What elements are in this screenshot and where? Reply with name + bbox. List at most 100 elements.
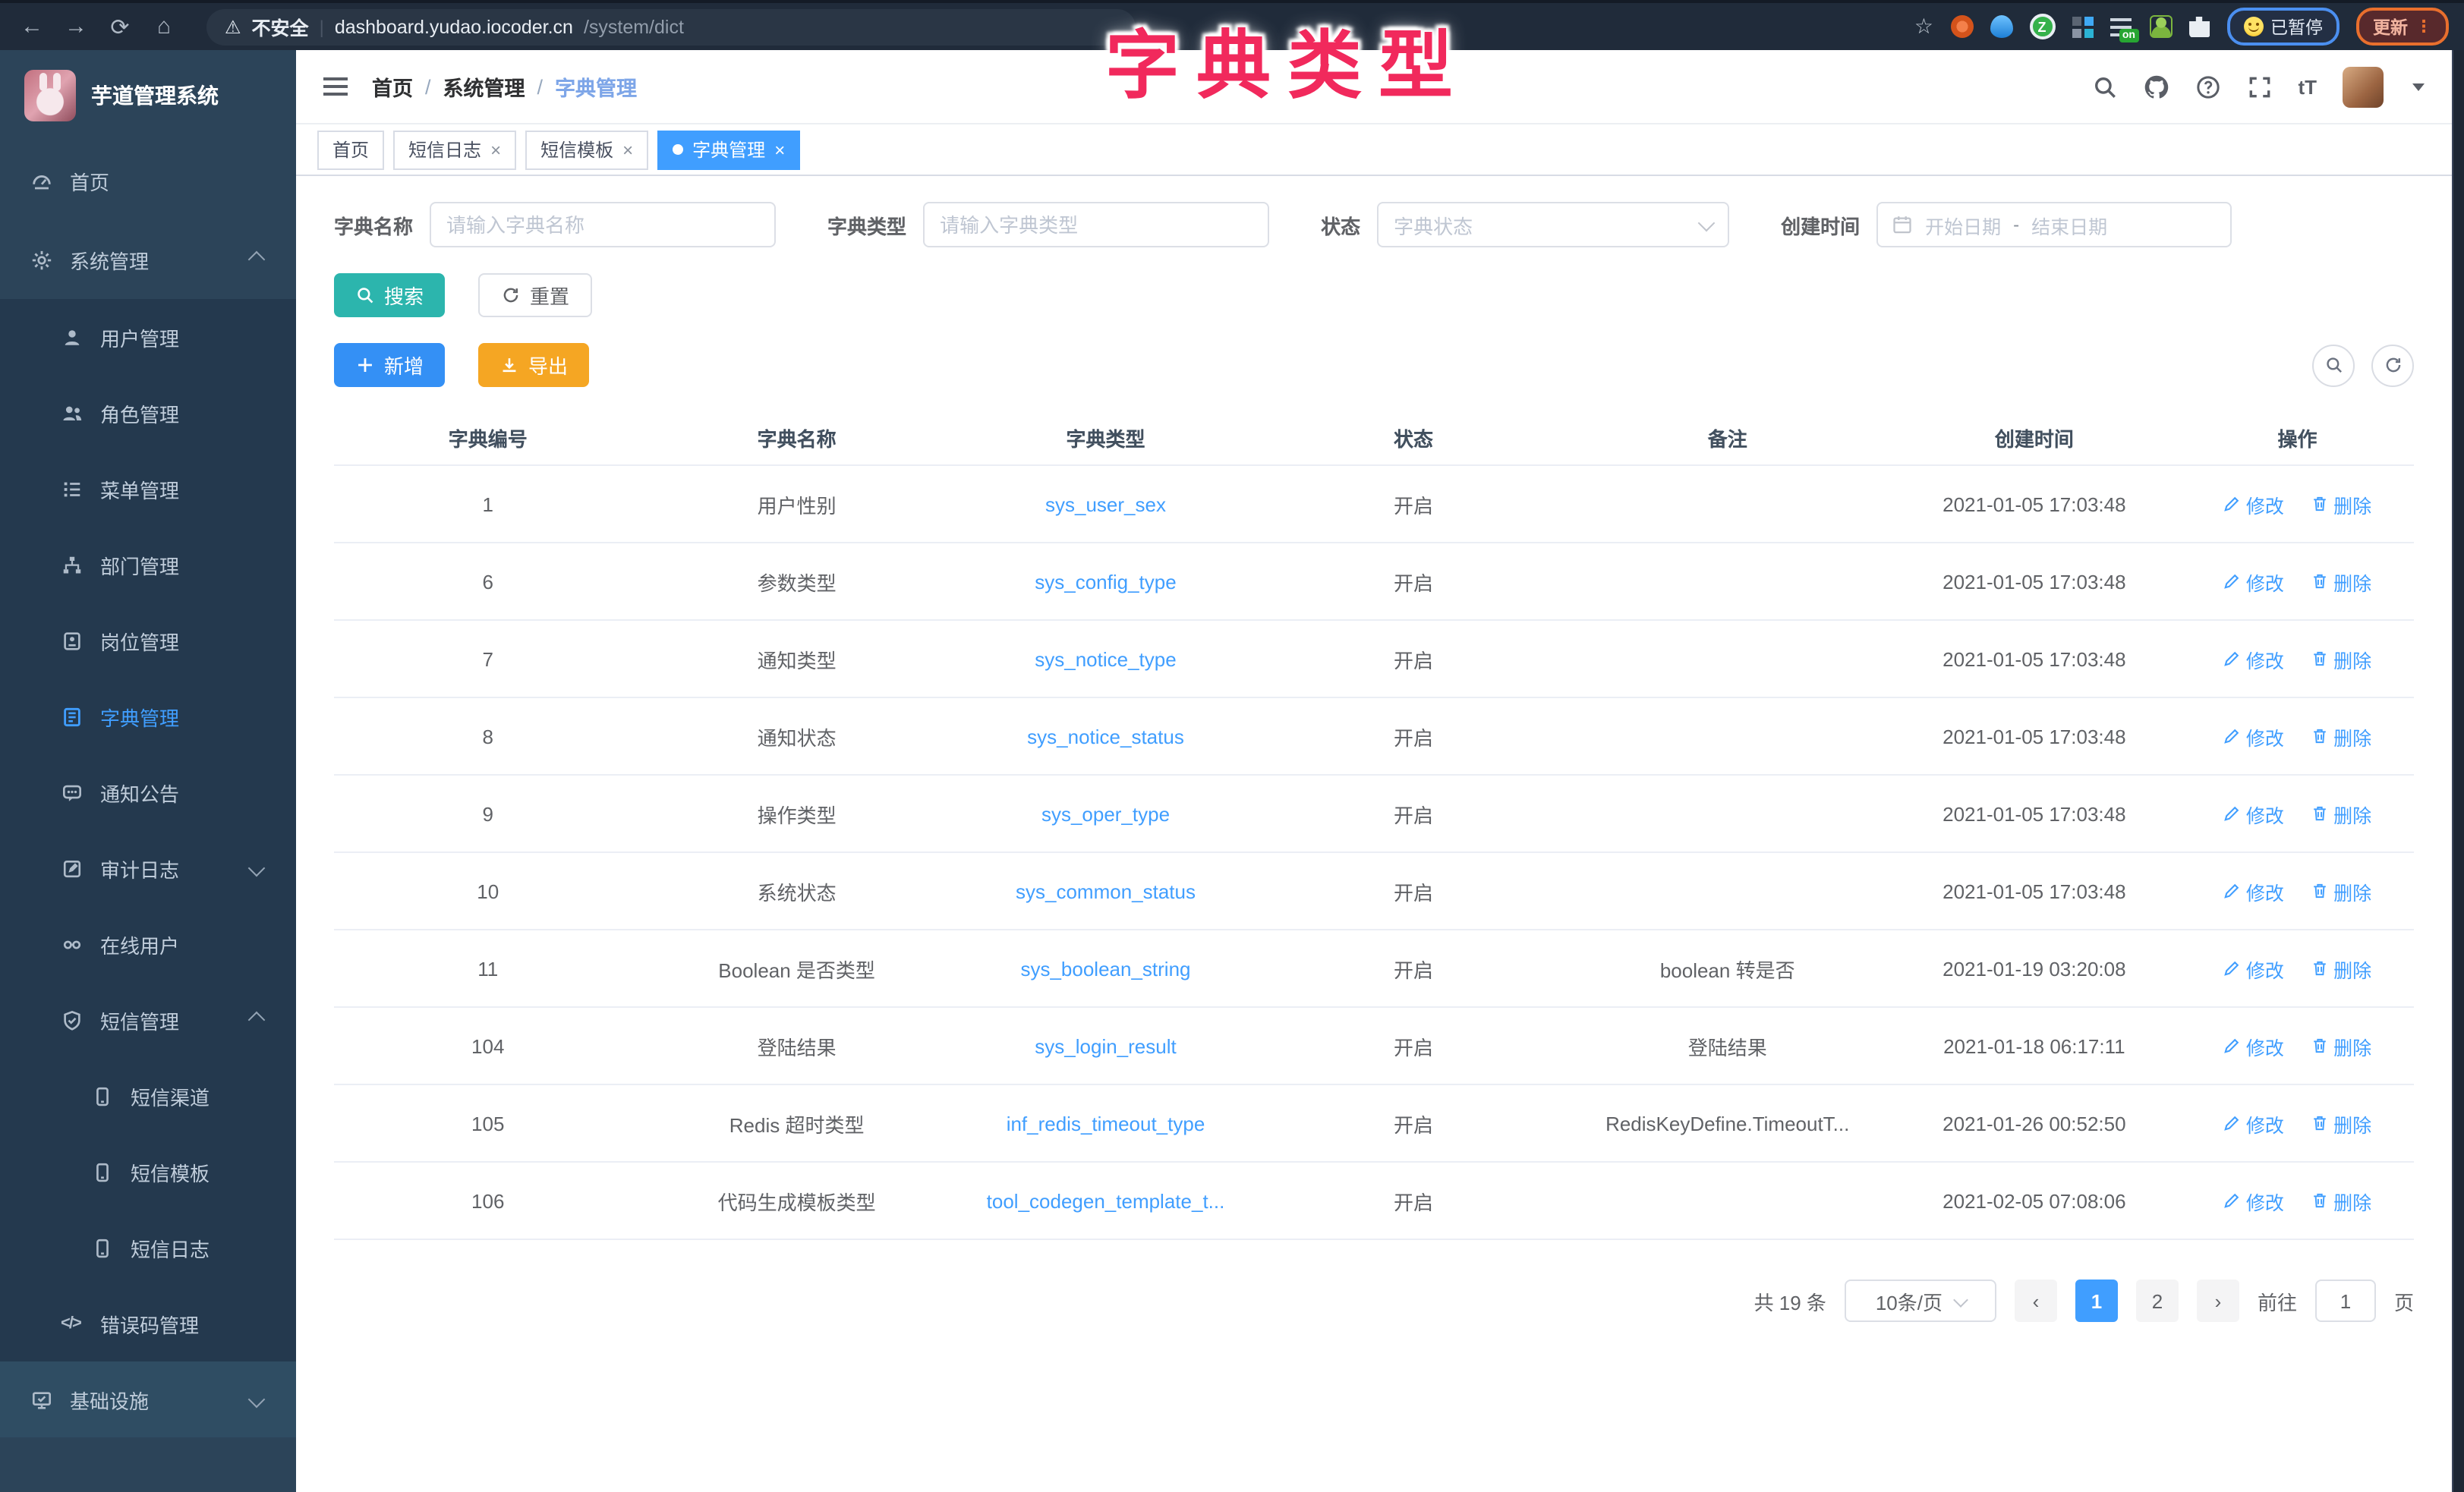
search-button[interactable]: 搜索 <box>334 273 445 317</box>
cell-dict-type-link[interactable]: sys_notice_status <box>952 697 1260 775</box>
home-icon[interactable]: ⌂ <box>152 14 176 39</box>
sidebar-item-dict[interactable]: 字典管理 <box>0 678 296 754</box>
reload-icon[interactable]: ⟳ <box>108 13 132 40</box>
sidebar-item-posts[interactable]: 岗位管理 <box>0 603 296 678</box>
delete-link[interactable]: 删除 <box>2311 799 2371 828</box>
breadcrumb-system[interactable]: 系统管理 <box>443 71 525 102</box>
close-icon[interactable]: × <box>622 139 633 160</box>
sidebar-item-sms[interactable]: 短信管理 <box>0 982 296 1058</box>
edit-link[interactable]: 修改 <box>2223 567 2284 596</box>
close-icon[interactable]: × <box>774 139 785 160</box>
delete-link[interactable]: 删除 <box>2311 489 2371 518</box>
extension-icon[interactable] <box>1990 15 2012 38</box>
extension-icon[interactable] <box>1950 15 1973 38</box>
sidebar-item-sms-log[interactable]: 短信日志 <box>0 1210 296 1286</box>
github-icon[interactable] <box>2143 74 2169 99</box>
edit-link[interactable]: 修改 <box>2223 877 2284 905</box>
tab-dict-active[interactable]: 字典管理 × <box>657 130 800 169</box>
breadcrumb-home[interactable]: 首页 <box>372 71 413 102</box>
edit-link[interactable]: 修改 <box>2223 1109 2284 1138</box>
goto-page-input[interactable] <box>2315 1280 2376 1322</box>
back-icon[interactable]: ← <box>20 14 44 39</box>
update-button[interactable]: 更新 ⋮ <box>2356 8 2449 46</box>
avatar[interactable] <box>2343 66 2384 107</box>
cell-dict-type-link[interactable]: tool_codegen_template_t... <box>952 1162 1260 1239</box>
edit-link[interactable]: 修改 <box>2223 1186 2284 1215</box>
font-size-icon[interactable]: tT <box>2298 75 2317 98</box>
sidebar-item-sms-channel[interactable]: 短信渠道 <box>0 1058 296 1134</box>
tab-sms-template[interactable]: 短信模板 × <box>525 130 648 169</box>
edit-link[interactable]: 修改 <box>2223 954 2284 983</box>
toggle-search-button[interactable] <box>2312 344 2355 386</box>
extension-icon[interactable]: Z <box>2029 14 2055 39</box>
refresh-list-button[interactable] <box>2371 344 2414 386</box>
help-icon[interactable] <box>2195 74 2220 99</box>
fullscreen-icon[interactable] <box>2246 74 2272 99</box>
table-row[interactable]: 104 登陆结果 sys_login_result 开启 登陆结果 2021-0… <box>334 1007 2414 1084</box>
close-icon[interactable]: × <box>490 139 501 160</box>
scrollbar[interactable] <box>2452 50 2464 1492</box>
app-logo-row[interactable]: 芋道管理系统 <box>0 50 296 141</box>
export-button[interactable]: 导出 <box>478 343 589 387</box>
address-bar[interactable]: ⚠ 不安全 | dashboard.yudao.iocoder.cn/syste… <box>206 8 1136 45</box>
edit-link[interactable]: 修改 <box>2223 1031 2284 1060</box>
status-select[interactable]: 字典状态 <box>1377 202 1729 247</box>
collapse-sidebar-icon[interactable] <box>323 77 348 96</box>
browser-menu-icon[interactable]: ⋮ <box>2415 19 2432 34</box>
sidebar-item-roles[interactable]: 角色管理 <box>0 375 296 451</box>
edit-link[interactable]: 修改 <box>2223 799 2284 828</box>
extensions-puzzle-icon[interactable] <box>2188 16 2210 37</box>
edit-link[interactable]: 修改 <box>2223 644 2284 673</box>
table-row[interactable]: 1 用户性别 sys_user_sex 开启 2021-01-05 17:03:… <box>334 465 2414 543</box>
table-row[interactable]: 11 Boolean 是否类型 sys_boolean_string 开启 bo… <box>334 930 2414 1007</box>
table-row[interactable]: 106 代码生成模板类型 tool_codegen_template_t... … <box>334 1162 2414 1239</box>
tab-sms-log[interactable]: 短信日志 × <box>393 130 516 169</box>
paused-badge[interactable]: 已暂停 <box>2226 8 2340 46</box>
delete-link[interactable]: 删除 <box>2311 954 2371 983</box>
table-row[interactable]: 7 通知类型 sys_notice_type 开启 2021-01-05 17:… <box>334 620 2414 697</box>
page-button-2[interactable]: 2 <box>2136 1280 2179 1322</box>
cell-dict-type-link[interactable]: sys_common_status <box>952 852 1260 930</box>
cell-dict-type-link[interactable]: sys_oper_type <box>952 775 1260 852</box>
table-row[interactable]: 8 通知状态 sys_notice_status 开启 2021-01-05 1… <box>334 697 2414 775</box>
sidebar-item-sms-template[interactable]: 短信模板 <box>0 1134 296 1210</box>
delete-link[interactable]: 删除 <box>2311 1031 2371 1060</box>
sidebar-item-system[interactable]: 系统管理 <box>0 220 296 299</box>
table-row[interactable]: 6 参数类型 sys_config_type 开启 2021-01-05 17:… <box>334 543 2414 620</box>
prev-page-button[interactable]: ‹ <box>2015 1280 2057 1322</box>
reset-button[interactable]: 重置 <box>478 273 592 317</box>
table-row[interactable]: 105 Redis 超时类型 inf_redis_timeout_type 开启… <box>334 1084 2414 1162</box>
date-range-picker[interactable]: 开始日期 - 结束日期 <box>1876 202 2232 247</box>
delete-link[interactable]: 删除 <box>2311 1186 2371 1215</box>
cell-dict-type-link[interactable]: inf_redis_timeout_type <box>952 1084 1260 1162</box>
table-row[interactable]: 9 操作类型 sys_oper_type 开启 2021-01-05 17:03… <box>334 775 2414 852</box>
edit-link[interactable]: 修改 <box>2223 489 2284 518</box>
edit-link[interactable]: 修改 <box>2223 722 2284 751</box>
extension-icon[interactable] <box>2072 16 2093 37</box>
sidebar-item-error-codes[interactable]: </> 错误码管理 <box>0 1286 296 1361</box>
bookmark-star-icon[interactable]: ☆ <box>1914 14 1933 39</box>
add-button[interactable]: 新增 <box>334 343 445 387</box>
cell-dict-type-link[interactable]: sys_boolean_string <box>952 930 1260 1007</box>
sidebar-item-home[interactable]: 首页 <box>0 141 296 220</box>
cell-dict-type-link[interactable]: sys_login_result <box>952 1007 1260 1084</box>
next-page-button[interactable]: › <box>2197 1280 2239 1322</box>
delete-link[interactable]: 删除 <box>2311 1109 2371 1138</box>
page-size-select[interactable]: 10条/页 <box>1845 1280 1996 1322</box>
table-row[interactable]: 10 系统状态 sys_common_status 开启 2021-01-05 … <box>334 852 2414 930</box>
tab-home[interactable]: 首页 <box>317 130 384 169</box>
extension-icon[interactable]: on <box>2110 17 2132 36</box>
forward-icon[interactable]: → <box>64 14 88 39</box>
extension-icon[interactable] <box>2149 15 2172 38</box>
page-button-1[interactable]: 1 <box>2075 1280 2118 1322</box>
sidebar-item-notices[interactable]: 通知公告 <box>0 754 296 830</box>
caret-down-icon[interactable] <box>2412 83 2425 90</box>
cell-dict-type-link[interactable]: sys_notice_type <box>952 620 1260 697</box>
dict-name-input[interactable] <box>430 202 776 247</box>
delete-link[interactable]: 删除 <box>2311 567 2371 596</box>
cell-dict-type-link[interactable]: sys_config_type <box>952 543 1260 620</box>
sidebar-item-departments[interactable]: 部门管理 <box>0 527 296 603</box>
sidebar-item-online-users[interactable]: 在线用户 <box>0 906 296 982</box>
sidebar-item-infrastructure[interactable]: 基础设施 <box>0 1361 296 1437</box>
search-icon[interactable] <box>2091 74 2117 99</box>
